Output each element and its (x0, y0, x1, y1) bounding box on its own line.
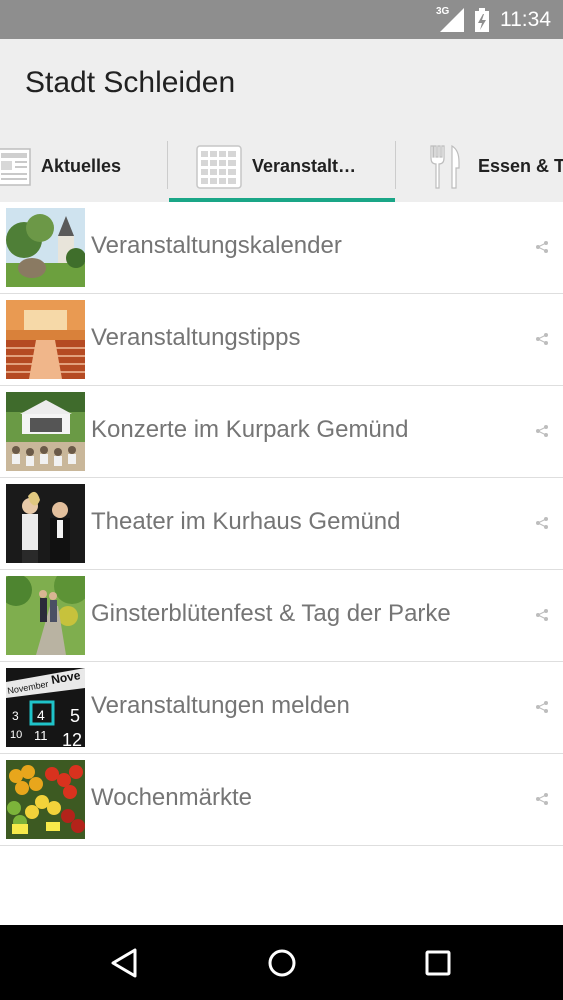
tab-label: Essen & Tr (478, 156, 563, 176)
thumbnail-church-landscape (6, 208, 85, 287)
share-icon[interactable] (535, 608, 549, 622)
network-indicator: 3G (436, 6, 464, 32)
tab-aktuelles[interactable]: Aktuelles (0, 131, 121, 202)
battery-icon (475, 8, 489, 32)
share-icon[interactable] (535, 700, 549, 714)
list-item-label: Ginsterblütenfest & Tag der Parke (91, 600, 451, 627)
list-item[interactable]: Konzerte im Kurpark Gemünd (0, 386, 563, 478)
svg-text:5: 5 (70, 706, 80, 726)
home-circle-icon (268, 949, 296, 977)
svg-text:4: 4 (37, 707, 45, 723)
clock: 11:34 (500, 8, 551, 31)
svg-text:10: 10 (10, 729, 22, 741)
back-triangle-icon (111, 948, 137, 978)
share-icon[interactable] (535, 240, 549, 254)
tab-divider (395, 141, 396, 189)
recents-button[interactable] (418, 943, 458, 983)
list-item[interactable]: Ginsterblütenfest & Tag der Parke (0, 570, 563, 662)
thumbnail-theater-actors (6, 484, 85, 563)
share-icon[interactable] (535, 332, 549, 346)
list-item-label: Theater im Kurhaus Gemünd (91, 508, 401, 535)
share-icon[interactable] (535, 516, 549, 530)
list-item[interactable]: Veranstaltungstipps (0, 294, 563, 386)
svg-text:12: 12 (62, 730, 82, 747)
svg-text:11: 11 (34, 728, 48, 743)
list-item-label: Wochenmärkte (91, 784, 252, 811)
page-title: Stadt Schleiden (25, 66, 236, 99)
svg-text:3: 3 (12, 709, 19, 723)
calendar-grid-icon (196, 144, 242, 189)
newspaper-icon (0, 147, 31, 186)
app-bar: Stadt Schleiden (0, 39, 563, 131)
tab-bar: Aktuelles Veranstalt… Essen & Tr (0, 131, 563, 202)
thumbnail-park-walk (6, 576, 85, 655)
home-button[interactable] (262, 943, 302, 983)
share-icon[interactable] (535, 792, 549, 806)
tab-veranstaltungen[interactable]: Veranstalt… (196, 131, 356, 202)
list-item[interactable]: Wochenmärkte (0, 754, 563, 846)
share-icon[interactable] (535, 424, 549, 438)
list-item-label: Konzerte im Kurpark Gemünd (91, 416, 409, 443)
system-navigation-bar (0, 925, 563, 1000)
list-item-label: Veranstaltungen melden (91, 692, 350, 719)
list-item-label: Veranstaltungskalender (91, 232, 342, 259)
list-item[interactable]: Veranstaltungskalender (0, 202, 563, 294)
tab-divider (167, 141, 168, 189)
list-item-label: Veranstaltungstipps (91, 324, 301, 351)
recents-square-icon (425, 950, 451, 976)
tab-label: Veranstalt… (252, 156, 357, 176)
status-icons: 3G 11:34 (436, 6, 551, 33)
list-item[interactable]: Theater im Kurhaus Gemünd (0, 478, 563, 570)
thumbnail-outdoor-band (6, 392, 85, 471)
list-item[interactable]: November Nove 3 4 5 10 11 12 Veranstaltu… (0, 662, 563, 754)
back-button[interactable] (104, 943, 144, 983)
network-type: 3G (436, 6, 450, 17)
thumbnail-fruit-market (6, 760, 85, 839)
thumbnail-concert-hall (6, 300, 85, 379)
category-list: Veranstaltungskalender Veranstaltungstip… (0, 202, 563, 846)
thumbnail-calendar-board: November Nove 3 4 5 10 11 12 (6, 668, 85, 747)
fork-knife-icon (430, 144, 460, 189)
status-bar: 3G 11:34 (0, 0, 563, 39)
tab-essen-trinken[interactable]: Essen & Tr (428, 131, 563, 202)
tab-label: Aktuelles (41, 156, 122, 176)
